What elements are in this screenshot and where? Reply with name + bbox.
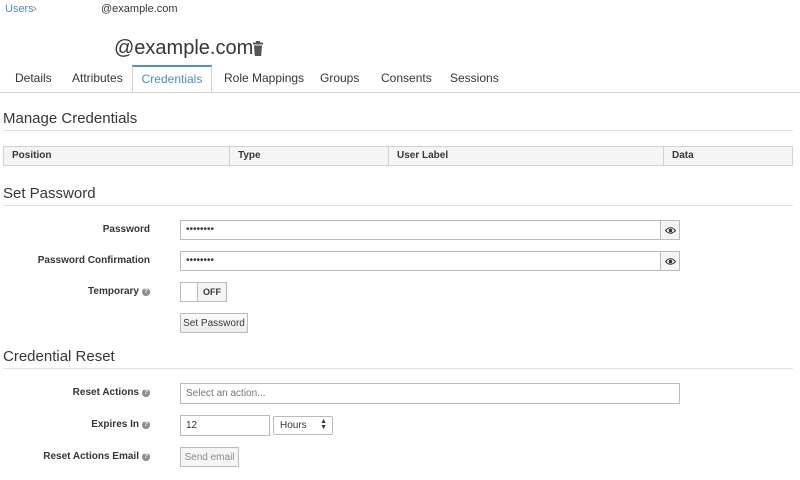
credentials-table-header: Position Type User Label Data <box>3 146 793 166</box>
password-confirmation-input[interactable]: •••••••• <box>180 251 661 271</box>
question-circle-icon[interactable]: ? <box>142 453 150 461</box>
send-email-button[interactable]: Send email <box>180 447 239 467</box>
section-divider <box>3 368 793 369</box>
tab-bar: Details Attributes Credentials Role Mapp… <box>0 65 800 93</box>
toggle-state: OFF <box>203 287 221 297</box>
column-user-label: User Label <box>388 147 663 165</box>
manage-credentials-heading: Manage Credentials <box>3 110 138 127</box>
set-password-button[interactable]: Set Password <box>180 313 248 333</box>
password-input[interactable]: •••••••• <box>180 220 661 240</box>
password-confirmation-label: Password Confirmation <box>37 255 150 266</box>
trash-icon[interactable] <box>251 41 265 57</box>
section-divider <box>3 205 793 206</box>
reset-actions-email-label: Reset Actions Email <box>43 451 139 462</box>
reset-actions-label-wrap: Reset Actions? <box>0 387 150 398</box>
page-title: @example.com <box>114 37 254 59</box>
tab-attributes[interactable]: Attributes <box>72 71 123 85</box>
column-type: Type <box>229 147 388 165</box>
column-data: Data <box>663 147 792 165</box>
section-divider <box>3 130 793 131</box>
tab-consents[interactable]: Consents <box>381 71 432 85</box>
expires-unit-value: Hours <box>280 420 307 431</box>
breadcrumb-users-link[interactable]: Users <box>5 3 34 15</box>
select-arrows-icon: ▲ ▼ <box>320 418 327 431</box>
tab-sessions[interactable]: Sessions <box>450 71 499 85</box>
question-circle-icon[interactable]: ? <box>142 389 150 397</box>
reset-actions-email-label-wrap: Reset Actions Email? <box>0 451 150 462</box>
reset-actions-label: Reset Actions <box>72 387 139 398</box>
question-circle-icon[interactable]: ? <box>142 288 150 296</box>
reset-actions-select[interactable] <box>180 383 680 404</box>
expires-in-input[interactable]: 12 <box>180 415 270 436</box>
password-label: Password <box>102 224 150 235</box>
show-password-confirmation-button[interactable] <box>660 251 680 271</box>
expires-in-label-wrap: Expires In? <box>0 419 150 430</box>
expires-in-label: Expires In <box>91 419 139 430</box>
expires-unit-select[interactable]: Hours ▲ ▼ <box>273 416 333 435</box>
temporary-toggle[interactable]: OFF <box>180 282 227 302</box>
toggle-knob <box>181 283 198 301</box>
breadcrumb-separator: › <box>33 3 37 15</box>
tab-role-mappings[interactable]: Role Mappings <box>224 71 304 85</box>
breadcrumb-current: @example.com <box>101 3 178 15</box>
eye-icon <box>664 221 676 239</box>
column-position: Position <box>12 150 52 161</box>
question-circle-icon[interactable]: ? <box>142 421 150 429</box>
temporary-label-wrap: Temporary? <box>0 286 150 297</box>
eye-icon <box>664 252 676 270</box>
temporary-label: Temporary <box>88 286 139 297</box>
tab-details[interactable]: Details <box>15 71 52 85</box>
tab-credentials[interactable]: Credentials <box>132 65 212 92</box>
credential-reset-heading: Credential Reset <box>3 348 115 365</box>
tab-groups[interactable]: Groups <box>320 71 359 85</box>
show-password-button[interactable] <box>660 220 680 240</box>
set-password-heading: Set Password <box>3 185 96 202</box>
